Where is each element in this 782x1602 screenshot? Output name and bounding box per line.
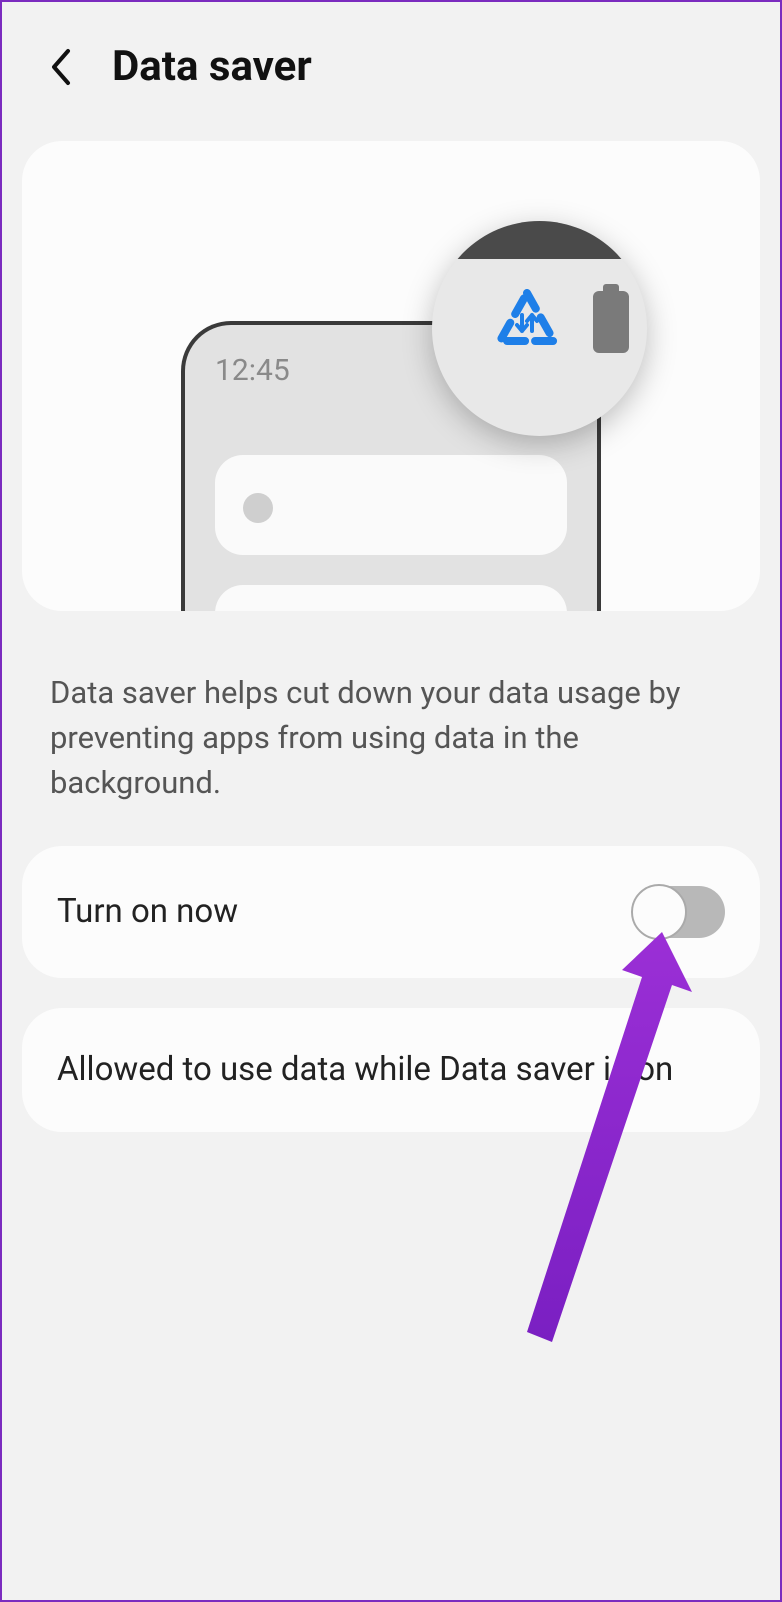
status-bar-illustration xyxy=(432,221,647,259)
turn-on-label: Turn on now xyxy=(57,890,633,935)
back-button[interactable] xyxy=(42,47,82,87)
allowed-apps-row[interactable]: Allowed to use data while Data saver is … xyxy=(22,1008,760,1133)
header: Data saver xyxy=(2,2,780,121)
phone-time: 12:45 xyxy=(215,353,290,388)
turn-on-row[interactable]: Turn on now xyxy=(22,846,760,978)
data-saver-toggle[interactable] xyxy=(633,886,725,938)
annotation-arrow-icon xyxy=(482,922,702,1352)
battery-icon xyxy=(593,291,629,353)
chevron-left-icon xyxy=(50,47,74,87)
allowed-apps-label: Allowed to use data while Data saver is … xyxy=(57,1048,725,1093)
illustration-card: 12:45 xyxy=(22,141,760,611)
data-saver-icon xyxy=(492,289,562,357)
magnifier-circle xyxy=(432,221,647,436)
phone-card-placeholder xyxy=(215,455,567,555)
page-title: Data saver xyxy=(112,42,312,91)
phone-card-placeholder xyxy=(215,585,567,611)
description-text: Data saver helps cut down your data usag… xyxy=(2,611,780,846)
phone-dot-icon xyxy=(243,493,273,523)
toggle-knob xyxy=(631,884,687,940)
